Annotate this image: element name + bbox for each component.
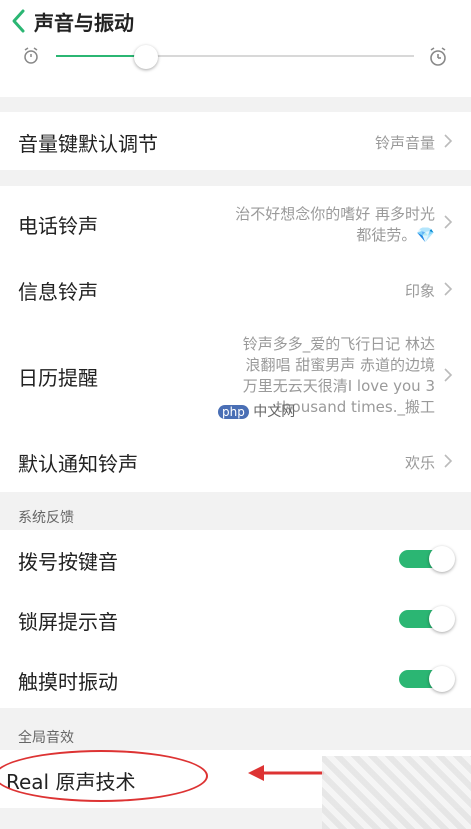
system-feedback-section: 拨号按键音 锁屏提示音 触摸时振动: [0, 530, 471, 708]
chevron-right-icon: [444, 368, 453, 382]
list-item-notification-ringtone[interactable]: 默认通知铃声 欢乐: [0, 436, 471, 492]
back-arrow-icon[interactable]: [8, 6, 28, 36]
message-ringtone-value: 印象: [404, 282, 435, 300]
volume-slider-thumb[interactable]: [133, 45, 158, 69]
page-title: 声音与振动: [34, 11, 134, 35]
calendar-reminder-label: 日历提醒: [18, 366, 98, 390]
list-item-touch-vibration[interactable]: 触摸时振动: [0, 650, 471, 708]
touch-vibration-label: 触摸时振动: [18, 670, 118, 694]
volume-key-row[interactable]: 音量键默认调节 铃声音量: [0, 112, 471, 170]
annotation-arrow-icon: [248, 765, 324, 781]
section-header-system-feedback: 系统反馈: [0, 498, 471, 534]
list-item-message-ringtone[interactable]: 信息铃声 印象: [0, 258, 471, 318]
dial-tone-toggle[interactable]: [399, 546, 455, 572]
watermark-badge: php: [218, 405, 249, 419]
dial-tone-label: 拨号按键音: [18, 550, 118, 574]
system-feedback-header: 系统反馈: [18, 510, 74, 526]
lock-screen-sound-toggle[interactable]: [399, 606, 455, 632]
list-item-dial-tone[interactable]: 拨号按键音: [0, 530, 471, 588]
alarm-clock-loud-icon: [430, 47, 446, 66]
chevron-right-icon: [444, 282, 453, 296]
global-sound-header: 全局音效: [18, 730, 74, 746]
volume-key-label: 音量键默认调节: [18, 132, 158, 156]
list-item-lock-screen-sound[interactable]: 锁屏提示音: [0, 590, 471, 648]
list-item-phone-ringtone[interactable]: 电话铃声 治不好想念你的嗜好 再多时光 都徒劳。💎: [0, 186, 471, 258]
chevron-right-icon: [444, 134, 453, 148]
volume-key-value: 铃声音量: [374, 134, 435, 152]
lock-screen-sound-label: 锁屏提示音: [18, 610, 118, 634]
notification-ringtone-label: 默认通知铃声: [18, 452, 138, 476]
notification-ringtone-value: 欢乐: [404, 454, 435, 472]
watermark-text: 中文网: [253, 404, 296, 420]
chevron-right-icon: [444, 215, 453, 229]
watermark: php 中文网: [218, 401, 295, 421]
alarm-clock-icon: [24, 47, 38, 64]
blurred-region: [322, 756, 471, 829]
annotation-ellipse: [0, 750, 208, 802]
section-header-global-sound: 全局音效: [0, 718, 471, 754]
volume-slider-fill: [56, 55, 146, 57]
phone-ringtone-value: 治不好想念你的嗜好 再多时光 都徒劳。💎: [235, 205, 435, 244]
alarm-volume-row: [0, 42, 471, 97]
chevron-right-icon: [444, 454, 453, 468]
top-bar: 声音与振动: [0, 0, 471, 42]
phone-ringtone-label: 电话铃声: [18, 214, 98, 238]
ringtones-section: 电话铃声 治不好想念你的嗜好 再多时光 都徒劳。💎 信息铃声 印象 日历提醒 铃…: [0, 186, 471, 492]
message-ringtone-label: 信息铃声: [18, 280, 98, 304]
touch-vibration-toggle[interactable]: [399, 666, 455, 692]
